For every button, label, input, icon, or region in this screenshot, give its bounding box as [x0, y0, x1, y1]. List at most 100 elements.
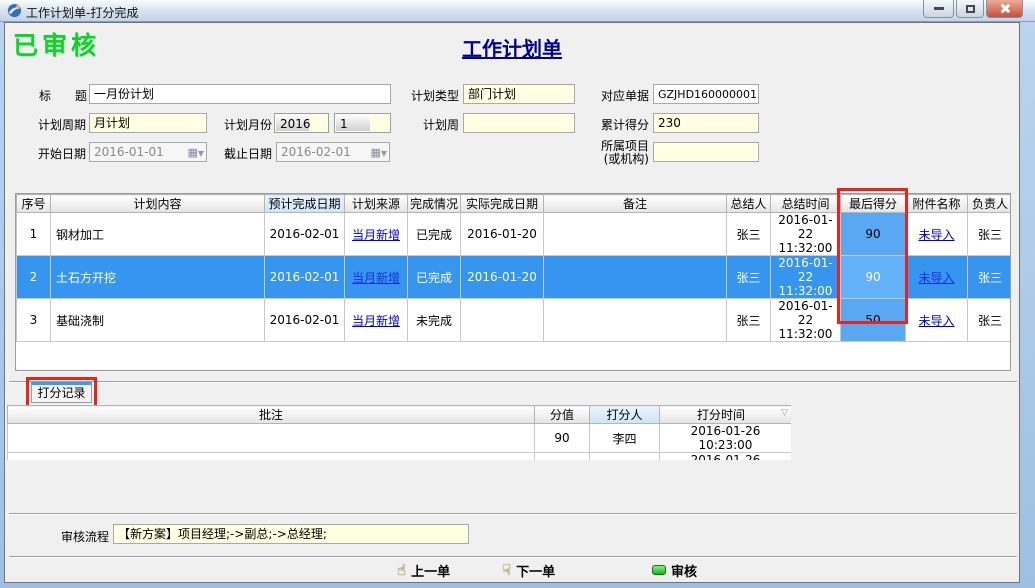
plan-week-label: 计划周 [405, 116, 459, 132]
audit-button[interactable]: 审核 [652, 560, 697, 580]
cell-actual: 2016-01-20 [461, 213, 544, 256]
tab-strip-divider [9, 381, 1017, 383]
cell-actual [461, 299, 544, 342]
tab-score-records[interactable]: 打分记录 [31, 382, 92, 403]
plan-column-header[interactable]: 计划来源 [345, 195, 408, 213]
cell-owner: 张三 [968, 299, 1012, 342]
plan-column-header[interactable]: 负责人 [968, 195, 1012, 213]
plan-source-link[interactable]: 当月新增 [352, 314, 400, 328]
score-column-header[interactable]: 打分时间▽ [660, 406, 792, 424]
cell-source: 当月新增 [345, 256, 408, 299]
plan-table-row[interactable]: 3基础浇制2016-02-01当月新增未完成张三2016-01-22 11:32… [17, 299, 1012, 342]
plan-period-label: 计划周期 [31, 116, 86, 132]
title-input[interactable]: 一月份计划 [89, 84, 391, 104]
score-column-header[interactable]: 批注 [8, 406, 535, 424]
plan-column-header[interactable]: 总结时间 [771, 195, 841, 213]
calendar-icon: ▦▼ [187, 145, 204, 161]
plan-table-row[interactable]: 2土石方开挖2016-02-01当月新增已完成2016-01-20张三2016-… [17, 256, 1012, 299]
plan-column-header[interactable]: 总结人 [727, 195, 771, 213]
cell-no: 1 [17, 213, 51, 256]
calendar-icon: ▦▼ [370, 145, 387, 161]
start-date-picker[interactable]: 2016-01-01 ▦▼ [89, 142, 207, 162]
plan-table-row[interactable]: 1钢材加工2016-02-01当月新增已完成2016-01-20张三2016-0… [17, 213, 1012, 256]
minimize-button[interactable] [923, 0, 954, 18]
window-title: 工作计划单-打分完成 [26, 4, 138, 21]
cell-status: 已完成 [408, 213, 461, 256]
plan-source-link[interactable]: 当月新增 [352, 228, 400, 242]
cell-expected: 2016-02-01 [265, 213, 345, 256]
cell-scorer: 李四 [590, 424, 660, 453]
plan-period-input[interactable]: 月计划 [89, 113, 207, 133]
attachment-import-link[interactable]: 未导入 [918, 314, 954, 328]
previous-doc-button[interactable]: ☝ 上一单 [397, 560, 450, 580]
next-doc-label: 下一单 [516, 561, 555, 580]
cell-time: 2016-01-22 11:32:00 [771, 213, 841, 256]
cell-owner: 张三 [968, 256, 1012, 299]
score-column-header[interactable]: 打分人 [590, 406, 660, 424]
title-bar: 工作计划单-打分完成 [0, 0, 1035, 22]
previous-doc-label: 上一单 [411, 561, 450, 580]
score-column-header[interactable]: 分值 [535, 406, 590, 424]
next-doc-button[interactable]: ☟ 下一单 [502, 560, 555, 580]
cell-score: 90 [535, 424, 590, 453]
score-table-row[interactable]: 90李四2016-01-26 10:23:00 [8, 424, 792, 453]
plan-type-label: 计划类型 [405, 87, 459, 103]
plan-column-header[interactable]: 预计完成日期 [265, 195, 345, 213]
project-input[interactable] [653, 142, 759, 162]
cell-summarizer: 张三 [727, 299, 771, 342]
cell-expected: 2016-02-01 [265, 256, 345, 299]
end-date-picker[interactable]: 2016-02-01 ▦▼ [276, 142, 390, 162]
plan-table: 序号计划内容预计完成日期计划来源完成情况实际完成日期备注总结人总结时间最后得分附… [15, 193, 1011, 371]
cell-summarizer: 张三 [727, 213, 771, 256]
plan-week-input[interactable] [463, 113, 575, 133]
accum-score-input[interactable]: 230 [653, 113, 759, 133]
audit-green-icon [652, 565, 666, 575]
plan-column-header[interactable]: 实际完成日期 [461, 195, 544, 213]
end-date-value: 2016-02-01 [281, 145, 351, 159]
cell-actual: 2016-01-20 [461, 256, 544, 299]
cell-score: 80 [535, 453, 590, 461]
page-title: 工作计划单 [5, 33, 1019, 62]
section-divider [9, 513, 1017, 515]
score-table-row[interactable]: 合格80张三2016-01-26 10:22:00 [8, 453, 792, 461]
plan-type-input[interactable]: 部门计划 [463, 84, 575, 104]
cell-score: 50 [841, 299, 906, 342]
sort-descending-icon[interactable]: ▽ [781, 408, 788, 418]
plan-column-header[interactable]: 最后得分 [841, 195, 906, 213]
doc-no-input[interactable]: GZJHD160000001 [653, 84, 759, 104]
close-button[interactable] [986, 0, 1023, 18]
plan-column-header[interactable]: 完成情况 [408, 195, 461, 213]
review-flow-field: 【新方案】项目经理;->副总;->总经理; [113, 524, 469, 544]
cell-time: 2016-01-22 11:32:00 [771, 256, 841, 299]
hand-down-icon: ☟ [502, 561, 511, 579]
cell-content: 钢材加工 [51, 213, 265, 256]
footer-divider [9, 556, 1017, 558]
audit-label: 审核 [671, 561, 697, 580]
cell-summarizer: 张三 [727, 256, 771, 299]
attachment-import-link[interactable]: 未导入 [918, 228, 954, 242]
plan-column-header[interactable]: 备注 [544, 195, 727, 213]
end-date-label: 截止日期 [217, 145, 272, 161]
plan-column-header[interactable]: 计划内容 [51, 195, 265, 213]
cell-status: 未完成 [408, 299, 461, 342]
plan-column-header[interactable]: 附件名称 [906, 195, 968, 213]
form-panel: 已审核 工作计划单 标 题 一月份计划 计划类型 部门计划 对应单据 GZJHD… [4, 22, 1020, 583]
cell-comment [8, 424, 535, 453]
cell-no: 3 [17, 299, 51, 342]
app-window: 工作计划单-打分完成 已审核 工作计划单 标 题 一月份计划 计划类型 部门计划… [0, 0, 1035, 588]
year-spinner[interactable]: 2016 [274, 113, 329, 133]
cell-content: 土石方开挖 [51, 256, 265, 299]
start-date-value: 2016-01-01 [94, 145, 164, 159]
maximize-button[interactable] [956, 0, 984, 18]
cell-owner: 张三 [968, 213, 1012, 256]
plan-source-link[interactable]: 当月新增 [352, 271, 400, 285]
cell-source: 当月新增 [345, 299, 408, 342]
attachment-import-link[interactable]: 未导入 [918, 271, 954, 285]
app-logo-icon [7, 3, 22, 18]
month-spinner[interactable]: 1 [334, 113, 391, 133]
cell-attachment: 未导入 [906, 213, 968, 256]
cell-no: 2 [17, 256, 51, 299]
year-value: 2016 [276, 115, 309, 131]
plan-column-header[interactable]: 序号 [17, 195, 51, 213]
score-table-header-row: 批注分值打分人打分时间▽ [8, 406, 792, 424]
